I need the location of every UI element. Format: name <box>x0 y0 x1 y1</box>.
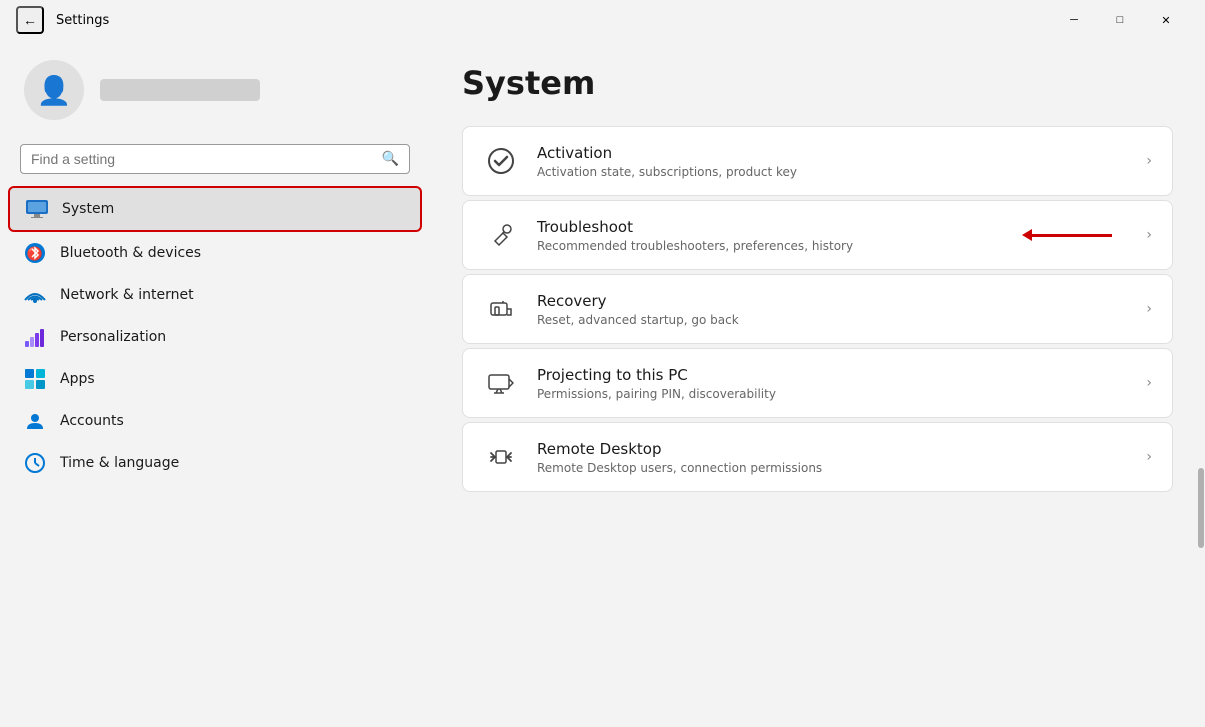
recovery-desc: Reset, advanced startup, go back <box>537 313 1128 327</box>
username-placeholder <box>100 79 260 101</box>
apps-label: Apps <box>60 371 95 387</box>
troubleshoot-chevron: › <box>1146 227 1152 243</box>
remote-desktop-title: Remote Desktop <box>537 440 1128 458</box>
user-icon: 👤 <box>37 74 72 107</box>
app-title: Settings <box>56 13 109 28</box>
projecting-desc: Permissions, pairing PIN, discoverabilit… <box>537 387 1128 401</box>
personalization-icon <box>24 326 46 348</box>
sidebar-item-time[interactable]: Time & language <box>8 442 422 484</box>
recovery-text: Recovery Reset, advanced startup, go bac… <box>537 292 1128 327</box>
apps-icon <box>24 368 46 390</box>
maximize-button[interactable]: □ <box>1097 4 1143 36</box>
bluetooth-icon: 🔴 <box>24 242 46 264</box>
sidebar-item-personalization[interactable]: Personalization <box>8 316 422 358</box>
activation-text: Activation Activation state, subscriptio… <box>537 144 1128 179</box>
arrow-line <box>1032 234 1112 237</box>
sidebar-item-system[interactable]: System <box>8 186 422 232</box>
scrollbar-track[interactable] <box>1197 80 1205 727</box>
bluetooth-label: Bluetooth & devices <box>60 245 201 261</box>
recovery-arrow: › <box>1146 301 1152 317</box>
projecting-icon <box>483 365 519 401</box>
system-icon <box>26 198 48 220</box>
sidebar-item-accounts[interactable]: Accounts <box>8 400 422 442</box>
search-icon: 🔍 <box>382 151 399 167</box>
titlebar-left: ← Settings <box>16 6 109 34</box>
arrow-head <box>1022 229 1032 241</box>
sidebar-item-bluetooth[interactable]: 🔴 Bluetooth & devices <box>8 232 422 274</box>
settings-item-recovery[interactable]: Recovery Reset, advanced startup, go bac… <box>462 274 1173 344</box>
back-button[interactable]: ← <box>16 6 44 34</box>
remote-desktop-icon <box>483 439 519 475</box>
search-box[interactable]: 🔍 <box>20 144 410 174</box>
user-section: 👤 <box>0 40 430 140</box>
troubleshoot-icon <box>483 217 519 253</box>
main-content: System Activation Activation state, subs… <box>430 40 1205 727</box>
recovery-icon <box>483 291 519 327</box>
minimize-button[interactable]: ─ <box>1051 4 1097 36</box>
network-icon <box>24 284 46 306</box>
window-controls: ─ □ ✕ <box>1051 4 1189 36</box>
time-icon <box>24 452 46 474</box>
recovery-title: Recovery <box>537 292 1128 310</box>
activation-desc: Activation state, subscriptions, product… <box>537 165 1128 179</box>
accounts-icon <box>24 410 46 432</box>
network-label: Network & internet <box>60 287 194 303</box>
search-input[interactable] <box>31 151 374 167</box>
system-label: System <box>62 201 114 217</box>
remote-desktop-text: Remote Desktop Remote Desktop users, con… <box>537 440 1128 475</box>
nav-list: System 🔴 Bluetooth & devices <box>0 186 430 484</box>
remote-desktop-desc: Remote Desktop users, connection permiss… <box>537 461 1128 475</box>
sidebar-item-apps[interactable]: Apps <box>8 358 422 400</box>
avatar: 👤 <box>24 60 84 120</box>
activation-icon <box>483 143 519 179</box>
sidebar-item-network[interactable]: Network & internet <box>8 274 422 316</box>
app-container: 👤 🔍 System <box>0 40 1205 727</box>
projecting-text: Projecting to this PC Permissions, pairi… <box>537 366 1128 401</box>
settings-item-projecting[interactable]: Projecting to this PC Permissions, pairi… <box>462 348 1173 418</box>
close-button[interactable]: ✕ <box>1143 4 1189 36</box>
settings-item-troubleshoot[interactable]: Troubleshoot Recommended troubleshooters… <box>462 200 1173 270</box>
time-label: Time & language <box>60 455 179 471</box>
remote-desktop-arrow: › <box>1146 449 1152 465</box>
accounts-label: Accounts <box>60 413 124 429</box>
settings-list: Activation Activation state, subscriptio… <box>462 126 1173 492</box>
settings-item-activation[interactable]: Activation Activation state, subscriptio… <box>462 126 1173 196</box>
red-arrow-annotation <box>1023 229 1112 241</box>
activation-arrow: › <box>1146 153 1152 169</box>
projecting-arrow: › <box>1146 375 1152 391</box>
page-title: System <box>462 64 1173 102</box>
personalization-label: Personalization <box>60 329 166 345</box>
titlebar: ← Settings ─ □ ✕ <box>0 0 1205 40</box>
settings-item-remote-desktop[interactable]: Remote Desktop Remote Desktop users, con… <box>462 422 1173 492</box>
scrollbar-thumb[interactable] <box>1198 468 1204 548</box>
sidebar: 👤 🔍 System <box>0 40 430 727</box>
activation-title: Activation <box>537 144 1128 162</box>
projecting-title: Projecting to this PC <box>537 366 1128 384</box>
